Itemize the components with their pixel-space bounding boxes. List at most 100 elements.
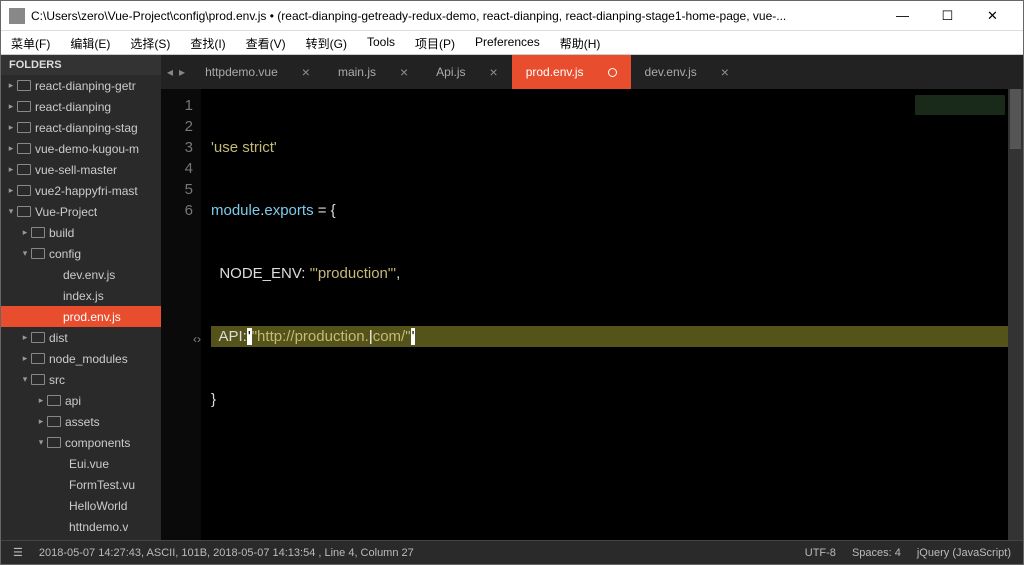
status-syntax[interactable]: jQuery (JavaScript) [917,547,1011,559]
tree-label: src [49,373,65,387]
vertical-scrollbar[interactable] [1008,89,1023,540]
tree-label: Eui.vue [69,457,109,471]
sidebar-item[interactable]: ▸assets [1,411,161,432]
folder-icon [17,101,31,112]
menu-item[interactable]: 转到(G) [296,31,357,54]
folder-icon [17,122,31,133]
tree-arrow-icon: ▸ [19,227,31,238]
tree-label: vue-sell-master [35,163,117,177]
tab-label: httpdemo.vue [205,65,278,79]
folder-icon [31,227,45,238]
menu-item[interactable]: 项目(P) [405,31,465,54]
sidebar-item[interactable]: dev.env.js [1,264,161,285]
folder-icon [47,437,61,448]
tab-label: prod.env.js [526,65,584,79]
tree-arrow-icon: ▸ [19,353,31,364]
tree-label: api [65,394,81,408]
tree-label: vue-demo-kugou-m [35,142,139,156]
tabbar: ◂ ▸ httpdemo.vue×main.js×Api.js×prod.env… [161,55,1023,89]
tab-close-icon[interactable]: × [721,64,729,80]
sidebar-item[interactable]: ▸dist [1,327,161,348]
tree-label: react-dianping-getr [35,79,136,93]
tab[interactable]: dev.env.js× [631,55,743,89]
tree-label: prod.env.js [63,310,121,324]
tree-label: react-dianping-stag [35,121,138,135]
tree-label: dev.env.js [63,268,115,282]
sidebar-item[interactable]: ▸vue2-happyfri-mast [1,180,161,201]
menu-item[interactable]: 编辑(E) [60,31,120,54]
tree-arrow-icon: ▸ [5,80,17,91]
sidebar-item[interactable]: ▾src [1,369,161,390]
maximize-button[interactable]: ☐ [925,1,970,31]
menu-item[interactable]: 菜单(F) [1,31,60,54]
sidebar-item[interactable]: index.js [1,285,161,306]
sidebar-item[interactable]: ▸react-dianping-stag [1,117,161,138]
folder-icon [31,374,45,385]
scroll-thumb[interactable] [1010,89,1021,149]
menu-item[interactable]: Preferences [465,31,550,54]
tree-arrow-icon: ▸ [5,101,17,112]
tab-active[interactable]: prod.env.js [512,55,631,89]
code-area[interactable]: 'use strict' module.exports = { NODE_ENV… [201,89,1023,540]
code-string: 'use strict' [211,139,277,156]
folder-icon [31,353,45,364]
window-title: C:\Users\zero\Vue-Project\config\prod.en… [31,9,880,23]
status-encoding[interactable]: UTF-8 [805,547,836,559]
tab-label: Api.js [436,65,465,79]
chevron-left-icon[interactable]: ◂ [167,65,173,79]
sidebar-item[interactable]: ▸vue-sell-master [1,159,161,180]
menu-item[interactable]: 帮助(H) [550,31,611,54]
sidebar-item[interactable]: ▾config [1,243,161,264]
sidebar-item[interactable]: FormTest.vu [1,474,161,495]
tab[interactable]: httpdemo.vue × [191,55,324,89]
sidebar-item[interactable]: ▸react-dianping [1,96,161,117]
status-spaces[interactable]: Spaces: 4 [852,547,901,559]
main-area: ◂ ▸ httpdemo.vue×main.js×Api.js×prod.env… [161,55,1023,540]
menubar: 菜单(F)编辑(E)选择(S)查找(I)查看(V)转到(G)Tools项目(P)… [1,31,1023,55]
sidebar-item[interactable]: ▸ vue-demo-kugou-m [1,138,161,159]
line-number: 5 [161,179,193,200]
menu-item[interactable]: 查找(I) [180,31,235,54]
tab-close-icon[interactable]: × [490,64,498,80]
tab[interactable]: main.js× [324,55,422,89]
close-button[interactable]: ✕ [970,1,1015,31]
sidebar-item[interactable]: ▸ node_modules [1,348,161,369]
sidebar-item[interactable]: httndemo.v [1,516,161,537]
folder-icon [17,143,31,154]
minimize-button[interactable]: — [880,1,925,31]
tree-label: node_modules [49,352,128,366]
tree-arrow-icon: ▸ [5,185,17,196]
tree-arrow-icon: ▾ [19,248,31,259]
line-gutter: 123456 [161,89,201,540]
sidebar-item[interactable]: ▸ api [1,390,161,411]
sidebar-item[interactable]: ▾components [1,432,161,453]
tab-close-icon[interactable]: × [302,64,310,80]
folder-icon [31,332,45,343]
sidebar-item[interactable]: HelloWorld [1,495,161,516]
sidebar-item[interactable]: ▸build [1,222,161,243]
menu-item[interactable]: Tools [357,31,405,54]
tab-close-icon[interactable]: × [400,64,408,80]
folder-icon [31,248,45,259]
sidebar-item[interactable]: Eui.vue [1,453,161,474]
tab[interactable]: Api.js × [422,55,512,89]
sidebar-item-selected[interactable]: prod.env.js [1,306,161,327]
menu-item[interactable]: 查看(V) [236,31,296,54]
line-number: 2 [161,116,193,137]
tree-label: HelloWorld [69,499,127,513]
app-window: C:\Users\zero\Vue-Project\config\prod.en… [0,0,1024,565]
tree-label: dist [49,331,68,345]
sidebar-item[interactable]: ▾Vue-Project [1,201,161,222]
menu-item[interactable]: 选择(S) [120,31,180,54]
code-editor[interactable]: 123456 'use strict' module.exports = { N… [161,89,1023,540]
tree-arrow-icon: ▸ [5,143,17,154]
sidebar-header: FOLDERS [1,55,161,75]
sidebar-item[interactable]: ▸ react-dianping-getr [1,75,161,96]
tree-arrow-icon: ▾ [5,206,17,217]
chevron-right-icon[interactable]: ▸ [179,65,185,79]
tree-arrow-icon: ▸ [35,395,47,406]
status-info[interactable]: 2018-05-07 14:27:43, ASCII, 101B, 2018-0… [39,547,414,559]
minimap[interactable] [915,95,1005,115]
line-number: 3 [161,137,193,158]
status-icon: ☰ [13,546,23,559]
